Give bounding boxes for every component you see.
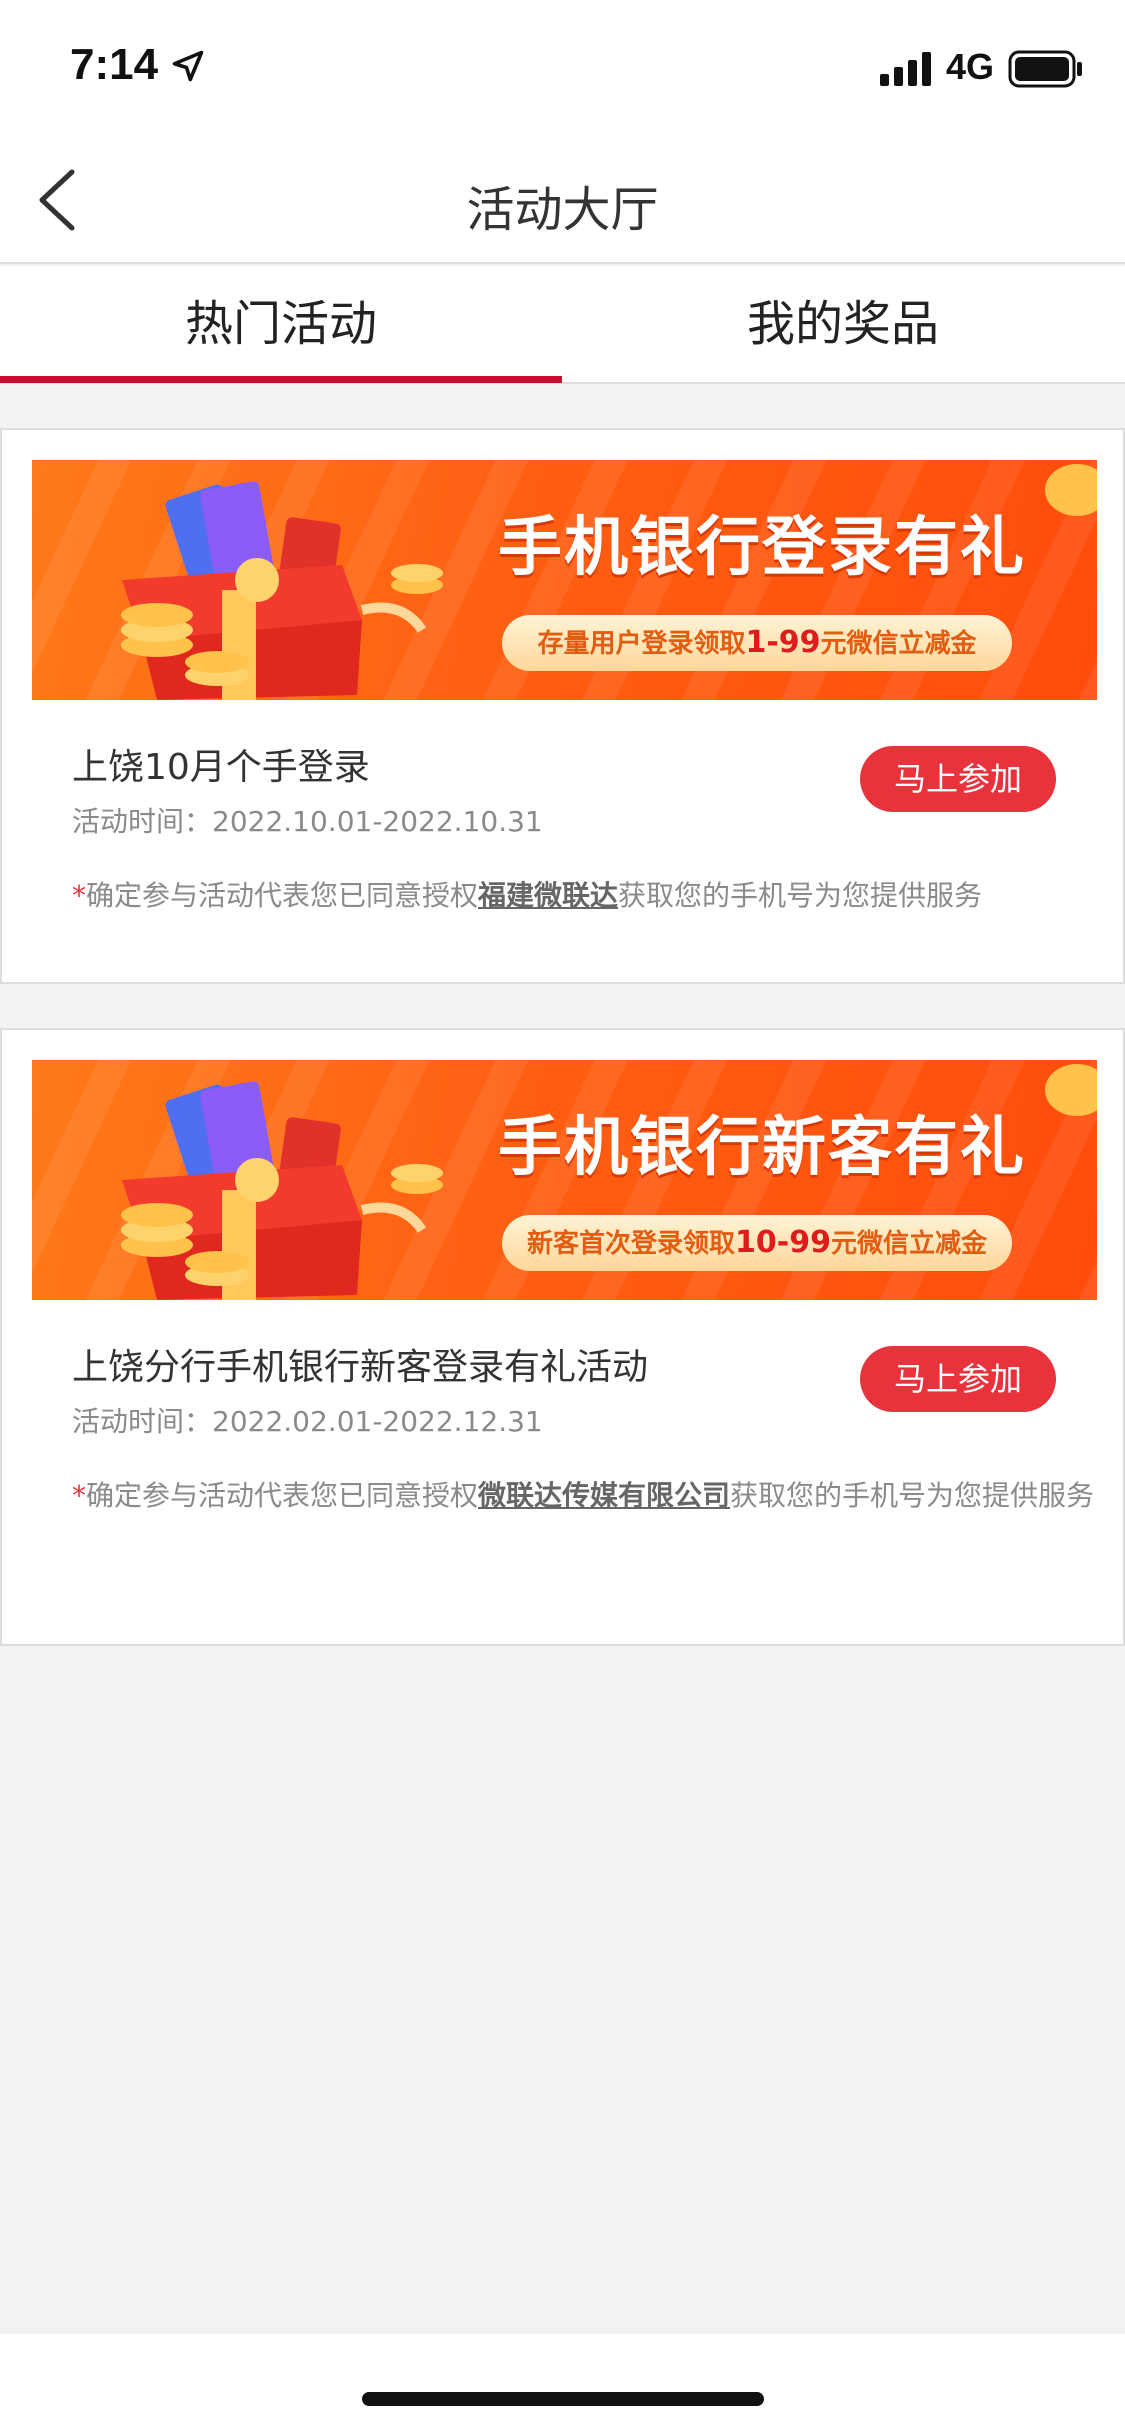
status-bar: 7:14 4G xyxy=(0,0,1125,136)
bottom-safe-area xyxy=(0,2334,1125,2436)
pill-prefix: 存量用户登录领取 xyxy=(537,629,746,659)
company-link[interactable]: 微联达传媒有限公司 xyxy=(478,1479,730,1512)
tab-hot-activities[interactable]: 热门活动 xyxy=(0,266,562,382)
nav-bar: 活动大厅 xyxy=(0,136,1125,264)
activity-card: 手机银行新客有礼 新客首次登录领取10-99元微信立减金 上饶分行手机银行新客登… xyxy=(0,1028,1125,1646)
page-title: 活动大厅 xyxy=(466,182,659,238)
notice-prefix: 确定参与活动代表您已同意授权 xyxy=(86,1479,479,1512)
activity-title: 上饶10月个手登录 xyxy=(72,747,370,788)
join-button[interactable]: 马上参加 xyxy=(860,746,1056,812)
pill-prefix: 新客首次登录领取 xyxy=(527,1229,736,1259)
battery-icon xyxy=(1008,50,1082,88)
pill-suffix: 元微信立减金 xyxy=(830,1229,987,1259)
authorization-notice: *确定参与活动代表您已同意授权福建微联达获取您的手机号为您提供服务 xyxy=(72,860,1112,932)
banner-title: 手机银行新客有礼 xyxy=(498,1111,1026,1185)
gift-box-illustration xyxy=(121,1081,443,1300)
activity-time: 活动时间：2022.10.01-2022.10.31 xyxy=(72,805,543,838)
gift-box-illustration xyxy=(121,481,443,700)
required-asterisk: * xyxy=(72,1479,86,1512)
activity-banner[interactable]: 手机银行登录有礼 存量用户登录领取1-99元微信立减金 xyxy=(32,460,1097,700)
notice-suffix: 获取您的手机号为您提供服务 xyxy=(730,1479,1095,1512)
authorization-notice: *确定参与活动代表您已同意授权微联达传媒有限公司获取您的手机号为您提供服务 xyxy=(72,1460,1112,1532)
notice-suffix: 获取您的手机号为您提供服务 xyxy=(618,879,983,912)
network-label: 4G xyxy=(946,46,995,87)
pill-suffix: 元微信立减金 xyxy=(820,629,977,659)
location-arrow-icon xyxy=(172,50,204,82)
tab-my-prizes[interactable]: 我的奖品 xyxy=(562,266,1124,382)
company-link[interactable]: 福建微联达 xyxy=(478,879,618,912)
banner-offer-pill: 新客首次登录领取10-99元微信立减金 xyxy=(502,1215,1012,1271)
activity-title: 上饶分行手机银行新客登录有礼活动 xyxy=(72,1347,649,1388)
activity-time: 活动时间：2022.02.01-2022.12.31 xyxy=(72,1405,543,1438)
activity-card: 手机银行登录有礼 存量用户登录领取1-99元微信立减金 上饶10月个手登录 活动… xyxy=(0,428,1125,984)
tab-bar: 热门活动 我的奖品 xyxy=(0,266,1125,384)
status-time: 7:14 xyxy=(70,40,159,89)
required-asterisk: * xyxy=(72,879,86,912)
signal-icon xyxy=(880,52,931,86)
activity-banner[interactable]: 手机银行新客有礼 新客首次登录领取10-99元微信立减金 xyxy=(32,1060,1097,1300)
join-button[interactable]: 马上参加 xyxy=(860,1346,1056,1412)
pill-highlight: 1-99 xyxy=(745,625,821,660)
banner-offer-pill: 存量用户登录领取1-99元微信立减金 xyxy=(502,615,1012,671)
pill-highlight: 10-99 xyxy=(735,1225,831,1260)
active-tab-indicator xyxy=(0,376,562,383)
banner-title: 手机银行登录有礼 xyxy=(498,511,1026,585)
notice-prefix: 确定参与活动代表您已同意授权 xyxy=(86,879,479,912)
home-indicator[interactable] xyxy=(362,2392,764,2406)
